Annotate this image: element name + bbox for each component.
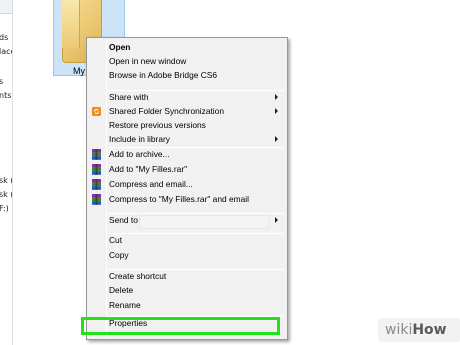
submenu-arrow-icon xyxy=(275,108,278,114)
menu-item-restore-previous-versions[interactable]: Restore previous versions xyxy=(88,119,284,132)
menu-item-label: Include in library xyxy=(109,134,170,144)
menu-item-label: Share with xyxy=(109,92,149,102)
winrar-icon xyxy=(91,149,102,160)
menu-item-label: Add to archive... xyxy=(109,149,170,159)
nav-item-drive-d[interactable]: sk (D:) xyxy=(0,190,12,199)
menu-item-rename[interactable]: Rename xyxy=(88,299,284,312)
nav-item-documents[interactable]: nts xyxy=(0,91,11,100)
submenu-arrow-icon xyxy=(275,136,278,142)
watermark-how: How xyxy=(412,322,447,338)
menu-item-label: Open xyxy=(109,42,131,52)
menu-item-open[interactable]: Open xyxy=(88,41,284,54)
menu-item-label: Add to "My Filles.rar" xyxy=(109,164,188,174)
folder-label[interactable]: My xyxy=(73,66,85,76)
menu-item-copy[interactable]: Copy xyxy=(88,249,284,262)
menu-item-label: Copy xyxy=(109,250,129,260)
winrar-icon xyxy=(91,194,102,205)
winrar-icon xyxy=(91,179,102,190)
nav-item-libraries[interactable]: s xyxy=(0,77,3,86)
navigation-pane: ds laces s nts sk (C:) sk (D:) F:) xyxy=(0,0,13,345)
nav-item-recent-places[interactable]: laces xyxy=(0,47,12,56)
menu-item-label: Shared Folder Synchronization xyxy=(109,106,224,116)
menu-item-shared-folder-synchronization[interactable]: Shared Folder Synchronization xyxy=(88,105,284,118)
menu-item-compress-to-my-filles-rar-and-email[interactable]: Compress to "My Filles.rar" and email xyxy=(88,193,284,206)
sync-icon xyxy=(91,106,102,117)
menu-item-label: Create shortcut xyxy=(109,271,167,281)
menu-item-label: Delete xyxy=(109,285,134,295)
watermark-wiki: wiki xyxy=(385,322,413,338)
menu-item-label: Browse in Adobe Bridge CS6 xyxy=(109,70,218,80)
menu-item-create-shortcut[interactable]: Create shortcut xyxy=(88,270,284,283)
menu-item-label: Compress to "My Filles.rar" and email xyxy=(109,194,249,204)
menu-item-label: Cut xyxy=(109,235,123,245)
nav-pane-header xyxy=(0,0,12,14)
menu-item-cut[interactable]: Cut xyxy=(88,234,284,247)
folder-flap xyxy=(62,0,80,48)
submenu-arrow-icon xyxy=(275,217,278,223)
send-to-hover-box xyxy=(139,215,269,229)
winrar-icon xyxy=(91,164,102,175)
menu-item-browse-in-adobe-bridge-cs6[interactable]: Browse in Adobe Bridge CS6 xyxy=(88,69,284,82)
properties-highlight xyxy=(81,317,280,335)
menu-item-label: Rename xyxy=(109,300,141,310)
menu-item-share-with[interactable]: Share with xyxy=(88,91,284,104)
menu-item-add-to-my-filles-rar[interactable]: Add to "My Filles.rar" xyxy=(88,163,284,176)
menu-item-add-to-archive[interactable]: Add to archive... xyxy=(88,148,284,161)
menu-item-label: Send to xyxy=(109,215,138,225)
menu-item-compress-and-email[interactable]: Compress and email... xyxy=(88,178,284,191)
menu-item-label: Open in new window xyxy=(109,56,187,66)
nav-item-drive-f[interactable]: F:) xyxy=(0,204,9,213)
submenu-arrow-icon xyxy=(275,94,278,100)
wikihow-watermark: wikiHow xyxy=(385,322,447,338)
menu-item-open-in-new-window[interactable]: Open in new window xyxy=(88,55,284,68)
menu-item-label: Restore previous versions xyxy=(109,120,206,130)
menu-item-label: Compress and email... xyxy=(109,179,193,189)
nav-item-downloads[interactable]: ds xyxy=(0,33,8,42)
menu-item-include-in-library[interactable]: Include in library xyxy=(88,133,284,146)
nav-item-drive-c[interactable]: sk (C:) xyxy=(0,176,12,185)
menu-item-delete[interactable]: Delete xyxy=(88,284,284,297)
